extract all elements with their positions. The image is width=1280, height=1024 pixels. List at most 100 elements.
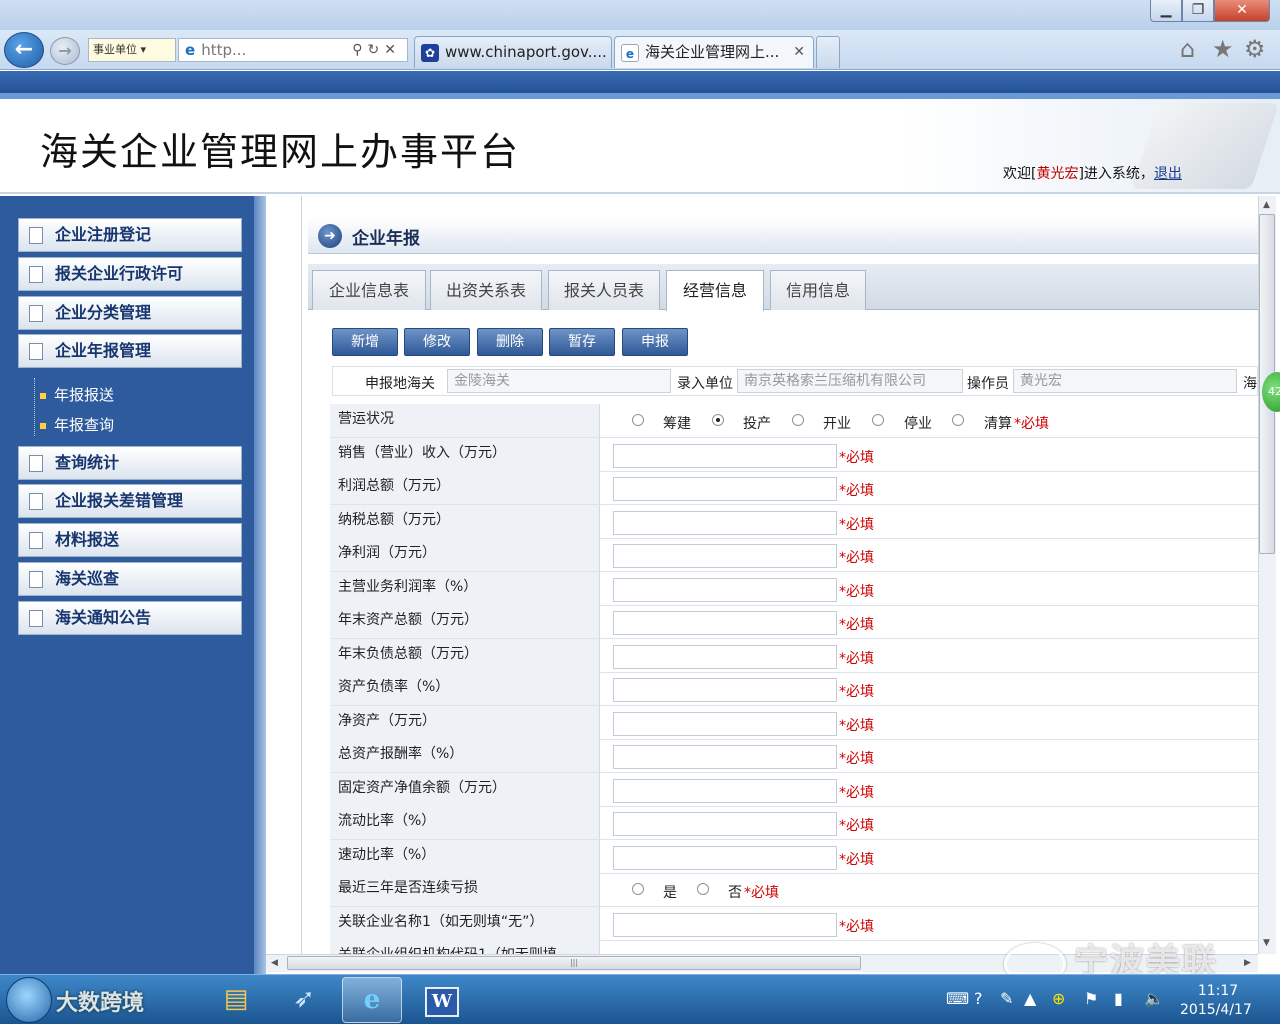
scroll-left-icon[interactable]: ◀ bbox=[271, 958, 278, 968]
radio-in-production[interactable] bbox=[712, 414, 724, 426]
required-marker: *必填 bbox=[839, 718, 874, 734]
tab-investment[interactable]: 出资关系表 bbox=[430, 270, 542, 310]
delete-button[interactable]: 删除 bbox=[477, 328, 543, 356]
required-marker: *必填 bbox=[839, 450, 874, 466]
net-profit-input[interactable] bbox=[613, 544, 837, 568]
keyboard-icon[interactable]: ⌨ bbox=[946, 989, 969, 1008]
minimize-button[interactable]: ▁ bbox=[1150, 0, 1182, 22]
radio-liquidation[interactable] bbox=[952, 414, 964, 426]
quick-ratio-input[interactable] bbox=[613, 846, 837, 870]
back-button[interactable]: ← bbox=[4, 32, 44, 68]
tab-close-icon[interactable]: ✕ bbox=[793, 37, 805, 67]
sidebar-item-statistics[interactable]: 查询统计 bbox=[18, 446, 242, 480]
horizontal-scroll-thumb[interactable]: ||| bbox=[287, 956, 861, 970]
logout-link[interactable]: 退出 bbox=[1154, 166, 1182, 182]
sidebar-item-materials[interactable]: 材料报送 bbox=[18, 523, 242, 557]
tab-business-info[interactable]: 经营信息 bbox=[666, 270, 764, 311]
stop-icon[interactable]: ✕ bbox=[384, 42, 401, 58]
forward-button[interactable]: → bbox=[50, 37, 80, 65]
show-hidden-icon[interactable]: ▲ bbox=[1024, 989, 1036, 1008]
site-title: 海关企业管理网上办事平台 bbox=[40, 130, 521, 174]
maximize-button[interactable]: ❐ bbox=[1182, 0, 1214, 22]
star-icon[interactable]: ★ bbox=[1212, 35, 1234, 63]
search-icon[interactable]: ⚲ bbox=[352, 42, 367, 58]
add-icon[interactable]: ⊕ bbox=[1052, 989, 1065, 1008]
browser-title-bar: ▁ ❐ ✕ bbox=[0, 0, 1280, 30]
pen-icon[interactable]: ✎ bbox=[1000, 989, 1013, 1008]
current-ratio-input[interactable] bbox=[613, 812, 837, 836]
taskbar-app-button[interactable]: ➶ bbox=[274, 977, 334, 1023]
form-row: 速动比率（%） *必填 bbox=[330, 840, 1258, 874]
required-marker: *必填 bbox=[839, 852, 874, 868]
taskbar-ie-button[interactable]: e bbox=[342, 977, 402, 1023]
form-row: 年末负债总额（万元） *必填 bbox=[330, 639, 1258, 673]
home-icon[interactable]: ⌂ bbox=[1180, 35, 1195, 63]
total-profit-input[interactable] bbox=[613, 477, 837, 501]
sales-revenue-input[interactable] bbox=[613, 444, 837, 468]
browser-tab-customs[interactable]: e 海关企业管理网上... ✕ bbox=[614, 36, 814, 68]
add-button[interactable]: 新增 bbox=[332, 328, 398, 356]
form-row: 总资产报酬率（%） *必填 bbox=[330, 739, 1258, 773]
save-draft-button[interactable]: 暂存 bbox=[549, 328, 615, 356]
browser-nav-bar: ← → 事业单位 ▾ e http... ⚲↻✕ ✿ www.chinaport.… bbox=[0, 30, 1280, 70]
sidebar-item-error-mgmt[interactable]: 企业报关差错管理 bbox=[18, 484, 242, 518]
sidebar-item-registration[interactable]: 企业注册登记 bbox=[18, 218, 242, 252]
sidebar-item-broker-permit[interactable]: 报关企业行政许可 bbox=[18, 257, 242, 291]
browser-tab-chinaport[interactable]: ✿ www.chinaport.gov.... bbox=[414, 36, 612, 68]
roa-input[interactable] bbox=[613, 745, 837, 769]
sidebar-subitem-report-submit[interactable]: 年报报送 bbox=[40, 384, 114, 405]
tab-staff[interactable]: 报关人员表 bbox=[548, 270, 660, 310]
subitem-label: 年报查询 bbox=[54, 416, 115, 434]
edit-button[interactable]: 修改 bbox=[404, 328, 470, 356]
tab-enterprise-info[interactable]: 企业信息表 bbox=[312, 270, 426, 310]
gear-icon[interactable]: ⚙ bbox=[1244, 35, 1266, 63]
related-company-input[interactable] bbox=[613, 913, 837, 937]
address-bar[interactable]: e http... ⚲↻✕ bbox=[178, 38, 408, 62]
taskbar-word-button[interactable]: W bbox=[412, 977, 472, 1023]
net-assets-input[interactable] bbox=[613, 712, 837, 736]
welcome-suffix: ]进入系统， bbox=[1078, 166, 1154, 182]
scroll-right-icon[interactable]: ▶ bbox=[1244, 958, 1251, 968]
start-button[interactable] bbox=[6, 977, 52, 1023]
radio-suspended[interactable] bbox=[872, 414, 884, 426]
fixed-assets-input[interactable] bbox=[613, 779, 837, 803]
scroll-up-icon[interactable]: ▲ bbox=[1263, 200, 1270, 210]
flag-icon[interactable]: ⚑ bbox=[1084, 989, 1098, 1008]
unit-field: 南京英格索兰压缩机有限公司 bbox=[737, 369, 963, 393]
total-assets-input[interactable] bbox=[613, 611, 837, 635]
ie-logo-icon: e bbox=[185, 41, 196, 59]
close-window-button[interactable]: ✕ bbox=[1214, 0, 1270, 22]
signal-icon[interactable]: ▮ bbox=[1114, 989, 1123, 1008]
sidebar-item-classification[interactable]: 企业分类管理 bbox=[18, 296, 242, 330]
clock-date[interactable]: 2015/4/17 bbox=[1180, 1002, 1252, 1018]
required-marker: *必填 bbox=[839, 617, 874, 633]
clock-time[interactable]: 11:17 bbox=[1196, 983, 1240, 999]
sidebar-subitem-report-query[interactable]: 年报查询 bbox=[40, 414, 114, 435]
form-row: 资产负债率（%） *必填 bbox=[330, 672, 1258, 706]
document-icon bbox=[29, 610, 43, 627]
scroll-down-icon[interactable]: ▼ bbox=[1263, 938, 1270, 948]
new-tab-button[interactable] bbox=[816, 36, 840, 68]
sidebar-item-notices[interactable]: 海关通知公告 bbox=[18, 601, 242, 635]
folder-icon: ▤ bbox=[223, 984, 249, 1014]
total-tax-input[interactable] bbox=[613, 511, 837, 535]
volume-icon[interactable]: 🔈 bbox=[1144, 989, 1164, 1008]
field-label: 销售（营业）收入（万元） bbox=[330, 438, 600, 471]
required-marker: *必填 bbox=[839, 550, 874, 566]
total-liabilities-input[interactable] bbox=[613, 645, 837, 669]
submit-button[interactable]: 申报 bbox=[622, 328, 688, 356]
radio-preparing[interactable] bbox=[632, 414, 644, 426]
radio-open[interactable] bbox=[792, 414, 804, 426]
tab-credit-info[interactable]: 信用信息 bbox=[770, 270, 866, 310]
help-icon[interactable]: ? bbox=[974, 989, 983, 1008]
sidebar-item-inspection[interactable]: 海关巡查 bbox=[18, 562, 242, 596]
taskbar-explorer-button[interactable]: ▤ bbox=[206, 977, 266, 1023]
sidebar-item-label: 报关企业行政许可 bbox=[55, 264, 184, 283]
radio-no[interactable] bbox=[697, 883, 709, 895]
compat-view-dropdown[interactable]: 事业单位 ▾ bbox=[88, 38, 176, 62]
sidebar-item-annual-report[interactable]: 企业年报管理 bbox=[18, 334, 242, 368]
radio-yes[interactable] bbox=[632, 883, 644, 895]
debt-ratio-input[interactable] bbox=[613, 678, 837, 702]
main-margin-input[interactable] bbox=[613, 578, 837, 602]
refresh-icon[interactable]: ↻ bbox=[368, 42, 385, 58]
